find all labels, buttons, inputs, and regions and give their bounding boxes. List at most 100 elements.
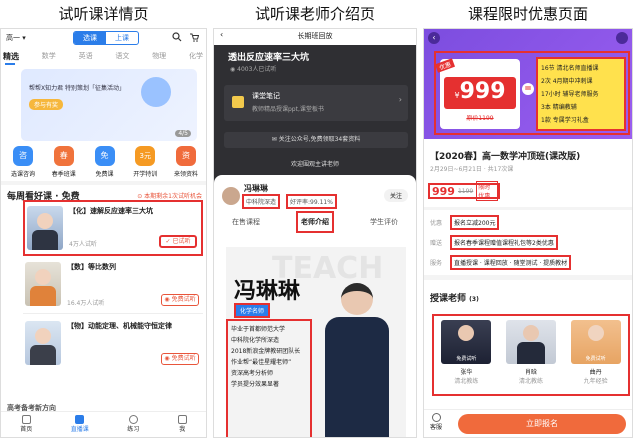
entry-spring[interactable]: 春 春季班课	[46, 146, 82, 178]
free-trial-label: 免费试听	[171, 355, 196, 362]
perk-4: 1款 专属学习礼盒	[541, 117, 589, 124]
teacher-subtitle: 九年经验	[583, 378, 608, 385]
subject-tab-3[interactable]: 语文	[115, 51, 129, 62]
wechat-text: 关注公众号,免费领取34套资料	[278, 136, 361, 143]
tab-reviews[interactable]: 学生评价	[370, 211, 398, 233]
nav-live[interactable]: 直播课	[71, 412, 89, 437]
quick-entry-row: 咨 选课咨询 春 春季班课 免 免费课 3元 开学特训 资 来领资料	[5, 146, 204, 178]
teacher-card-1[interactable]: 肖晗 清北教练	[503, 320, 559, 394]
teachers-count: (3)	[469, 296, 479, 303]
materials-icon: 资	[176, 146, 196, 166]
panel-caption-2: 试听课老师介绍页	[254, 5, 375, 23]
bullet-3: 作业帮“最佳星耀老师”	[231, 359, 292, 366]
chevron-right-icon: ›	[398, 95, 402, 104]
class-notes-card[interactable]: 课堂笔记 教师精品授课ppt,课堂板书 ›	[224, 85, 408, 121]
credential-item: 中科院化学所深造	[228, 335, 310, 346]
phone-screen-1: 高一 ▾ 选课 上课 精选 数学 英语 语文 物理 化学 帮帮X知力君 特别策划…	[0, 28, 207, 438]
teacher-card-2[interactable]: 免费试听 曲丹 九年经验	[568, 320, 624, 394]
banner-price: 999	[459, 79, 506, 104]
course-card-1[interactable]: 【数】等比数列 16.4万人试听 ◉ 免费试听	[23, 258, 203, 314]
teacher-tag-study: 中科院深造	[242, 194, 281, 209]
tab-select-course[interactable]: 选课	[74, 32, 106, 44]
customer-service[interactable]: 客服	[430, 413, 442, 431]
wechat-banner[interactable]: ✉ 关注公众号,免费领取34套资料	[224, 132, 408, 148]
offer-banner: ‹ 优惠 ¥999 原价1199 = 16节 清北名师直播课 2次 4月期中冲刺…	[424, 29, 632, 139]
notes-subtitle: 教师精品授课ppt,课堂板书	[252, 106, 324, 113]
teacher-photo	[505, 320, 556, 364]
subject-tab-indicator	[5, 63, 15, 65]
teacher-photo	[25, 262, 61, 306]
offer-highlight: 优惠 ¥999 原价1199 = 16节 清北名师直播课 2次 4月期中冲刺课 …	[434, 51, 630, 135]
course-dates: 2月29日~6月21日 · 共17次课	[430, 166, 514, 173]
cart-icon[interactable]	[189, 32, 199, 42]
perk-0: 16节 清北名师直播课	[541, 65, 599, 72]
entry-training[interactable]: 3元 开学特训	[127, 146, 163, 178]
profile-icon	[177, 415, 187, 424]
teacher-name: 肖晗	[524, 369, 537, 376]
teachers-title-text: 授课老师	[430, 294, 467, 304]
tab-teacher-intro[interactable]: 老师介绍	[296, 211, 334, 233]
panel-caption-3: 课程限时优惠页面	[467, 5, 588, 23]
remaining-trials-text: 本期剩余1次试听机会	[144, 193, 202, 200]
teacher-poster: TEACH 冯琳琳 化学名师 毕业于首都师范大学 中科院化学所深造 2018新浪…	[226, 247, 406, 437]
view-count-text: 4003人已试听	[237, 66, 277, 73]
entry-free[interactable]: 免 免费课	[87, 146, 123, 178]
course-title: 【物】动能定理、机械能守恒定律	[67, 322, 172, 330]
free-trial-button[interactable]: ◉ 免费试听	[161, 353, 199, 365]
banner-mascot	[141, 77, 171, 107]
free-trial-button[interactable]: ◉ 免费试听	[161, 294, 199, 306]
teachers-list: 免费试听 张华 清北教练 肖晗 清北教练 免费试听 曲丹 九年经验	[432, 314, 630, 396]
nav-me[interactable]: 我	[177, 412, 187, 437]
remaining-trials-link[interactable]: ⊙ 本期剩余1次试听机会	[137, 191, 202, 200]
credential-item: 毕业于首都师范大学	[228, 321, 310, 335]
course-title: 【数】等比数列	[67, 263, 116, 271]
row-value-service: 直播授课 · 课程回放 · 随堂测试 · 提质教材	[450, 255, 572, 270]
subject-tabs: 精选 数学 英语 语文 物理 化学	[3, 51, 203, 62]
subject-tab-4[interactable]: 物理	[152, 51, 166, 62]
video-title: 透出反应速率三大坑	[228, 53, 310, 63]
current-price: 999	[432, 184, 455, 198]
course-card-0[interactable]: 【化】速解反应速率三大坑 4万人试听 ✓ 已试听	[23, 200, 203, 256]
divider	[1, 181, 206, 185]
nav-home[interactable]: 首页	[20, 412, 32, 437]
row-label-1: 赠送	[430, 240, 443, 247]
share-icon[interactable]	[616, 32, 628, 44]
subject-tab-5[interactable]: 化学	[189, 51, 203, 62]
tried-button[interactable]: ✓ 已试听	[159, 235, 197, 248]
banner-join-button[interactable]: 参与有奖	[29, 99, 64, 110]
entry-materials[interactable]: 资 来领资料	[168, 146, 204, 178]
entry-consult[interactable]: 咨 选课咨询	[5, 146, 41, 178]
subject-tab-0[interactable]: 精选	[3, 51, 19, 62]
teacher-name: 曲丹	[589, 369, 602, 376]
teacher-photo	[27, 206, 63, 250]
tab-courses[interactable]: 在售课程	[232, 211, 260, 233]
subject-tab-1[interactable]: 数学	[42, 51, 56, 62]
free-trial-tag: 免费试听	[456, 356, 477, 362]
tab-attend-class[interactable]: 上课	[106, 32, 138, 44]
bullet-4: 资深高考分析师	[231, 370, 274, 377]
notes-icon	[232, 96, 244, 108]
teacher-photo: 免费试听	[570, 320, 621, 364]
entry-label: 免费课	[95, 171, 114, 178]
price-box: ¥999	[444, 77, 516, 109]
follow-button[interactable]: 关注	[383, 189, 408, 202]
grade-selector[interactable]: 高一 ▾	[6, 33, 26, 43]
tried-label: 已试听	[172, 238, 191, 245]
free-trial-tag: 免费试听	[585, 356, 606, 362]
poster-title-badge: 化学名师	[234, 303, 271, 318]
course-card-2[interactable]: 【物】动能定理、机械能守恒定律 ◉ 免费试听	[23, 317, 203, 373]
consult-icon: 咨	[13, 146, 33, 166]
course-title: 【化】速解反应速率三大坑	[69, 207, 153, 215]
back-icon[interactable]: ‹	[428, 32, 440, 44]
search-icon[interactable]	[172, 32, 182, 42]
headset-icon	[431, 413, 441, 422]
subject-tab-2[interactable]: 英语	[79, 51, 93, 62]
enroll-button[interactable]: 立即报名	[458, 414, 626, 434]
top-bar: ‹ 长期班回放	[214, 29, 416, 45]
panel-caption-1: 试听课详情页	[58, 5, 149, 23]
teacher-card-0[interactable]: 免费试听 张华 清北教练	[438, 320, 494, 394]
promo-banner[interactable]: 帮帮X知力君 特别策划「征集活动」 参与有奖 4/5	[21, 69, 197, 141]
nav-practice[interactable]: 练习	[127, 412, 139, 437]
credential-item: 2018新浪金牌教研团队长	[228, 346, 310, 357]
view-count: ◉ 4003人已试听	[230, 66, 277, 73]
